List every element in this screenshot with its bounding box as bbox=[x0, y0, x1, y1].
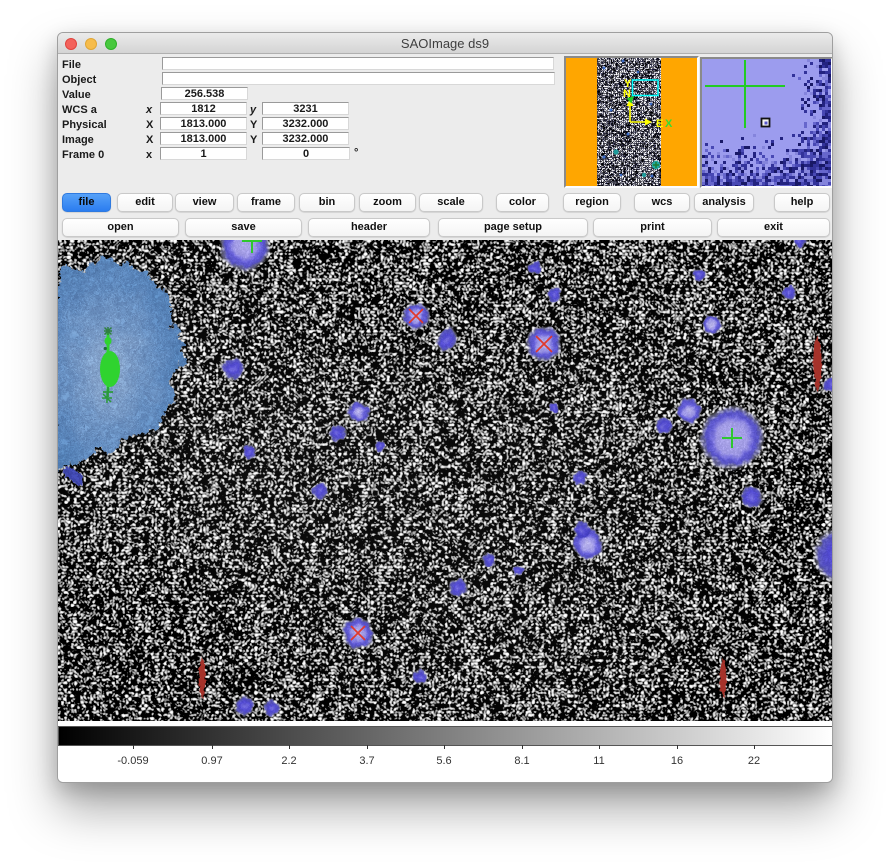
svg-text:E: E bbox=[656, 118, 663, 130]
svg-text:N: N bbox=[623, 88, 631, 100]
svg-text:X: X bbox=[665, 118, 673, 130]
